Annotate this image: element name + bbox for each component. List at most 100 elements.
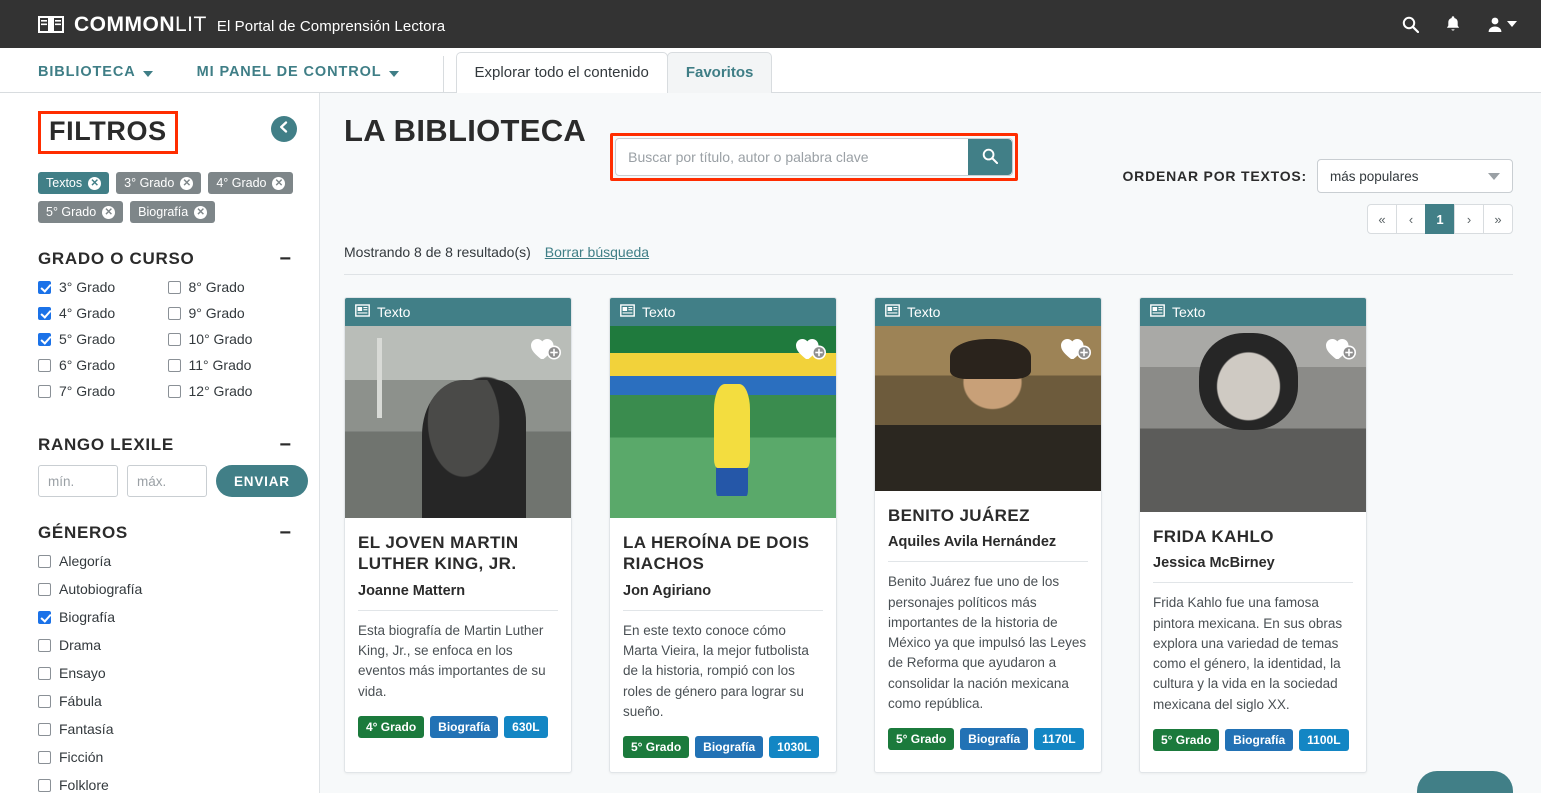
checkbox-box[interactable] [38,358,51,372]
checkbox-box[interactable] [38,582,51,596]
genres-section-collapse-toggle[interactable]: − [279,523,291,543]
card-badges: 5° Grado Biografía 1100L [1153,728,1353,751]
card-type-header: Texto [345,298,571,326]
checkbox-8-grado[interactable]: 8° Grado [167,279,298,295]
checkbox-11-grado[interactable]: 11° Grado [167,357,298,373]
grade-section-header: GRADO O CURSO − [38,249,297,269]
checkbox-autobiografia[interactable]: Autobiografía [38,581,297,597]
close-icon[interactable]: ✕ [180,176,194,190]
checkbox-biografia[interactable]: Biografía [38,609,297,625]
pagination-next[interactable]: › [1454,204,1484,234]
grade-section-title: GRADO O CURSO [38,249,195,268]
search-submit-button[interactable] [968,139,1013,175]
checkbox-6-grado[interactable]: 6° Grado [38,357,168,373]
checkbox-ficcion[interactable]: Ficción [38,749,297,765]
pagination-last[interactable]: » [1483,204,1513,234]
card-thumbnail [610,326,836,518]
filter-chip-biografia[interactable]: Biografía ✕ [130,201,216,223]
checkbox-folklore[interactable]: Folklore [38,777,297,793]
filter-chip-label: Textos [46,176,83,190]
checkbox-box[interactable] [167,384,181,398]
close-icon[interactable]: ✕ [272,176,286,190]
sort-select[interactable]: más populares [1317,159,1513,193]
checkbox-fabula[interactable]: Fábula [38,693,297,709]
result-card[interactable]: Texto FRIDA KAHLO Jessica McBirney Frida… [1139,297,1367,774]
checkbox-label: 6° Grado [59,357,116,373]
filter-chip-label: 4° Grado [216,176,267,190]
checkbox-box[interactable] [167,306,181,320]
filter-chip-3-grado[interactable]: 3° Grado ✕ [116,172,202,194]
filter-chip-textos[interactable]: Textos ✕ [38,172,110,194]
card-type-header: Texto [1140,298,1366,326]
card-body: FRIDA KAHLO Jessica McBirney Frida Kahlo… [1140,512,1366,772]
card-title: FRIDA KAHLO [1153,527,1274,546]
checkbox-box[interactable] [38,778,51,792]
heart-plus-icon[interactable] [530,335,562,361]
grade-section-collapse-toggle[interactable]: − [279,249,291,269]
result-card[interactable]: Texto EL JOVEN MARTIN LUTHER KING, JR. J… [344,297,572,774]
checkbox-3-grado[interactable]: 3° Grado [38,279,168,295]
collapse-sidebar-button[interactable] [271,116,297,142]
lexile-submit-button[interactable]: ENVIAR [216,465,308,497]
result-card[interactable]: Texto LA HEROÍNA DE DOIS RIACHOS Jon Agi… [609,297,837,774]
close-icon[interactable]: ✕ [194,205,208,219]
checkbox-alegoria[interactable]: Alegoría [38,553,297,569]
search-input[interactable] [616,139,969,175]
checkbox-4-grado[interactable]: 4° Grado [38,305,168,321]
checkbox-label: Fábula [59,693,102,709]
checkbox-drama[interactable]: Drama [38,637,297,653]
card-badges: 5° Grado Biografía 1030L [623,736,823,759]
pagination-page-1[interactable]: 1 [1425,204,1455,234]
checkbox-box[interactable] [38,384,51,398]
tab-explorar-todo-el-contenido[interactable]: Explorar todo el contenido [455,52,668,93]
checkbox-box[interactable] [167,280,181,294]
filter-chip-4-grado[interactable]: 4° Grado ✕ [208,172,294,194]
checkbox-fantasia[interactable]: Fantasía [38,721,297,737]
checkbox-ensayo[interactable]: Ensayo [38,665,297,681]
help-floating-button[interactable] [1417,771,1513,793]
heart-plus-icon[interactable] [1325,335,1357,361]
checkbox-box[interactable] [38,750,51,764]
checkbox-box[interactable] [38,306,51,320]
checkbox-5-grado[interactable]: 5° Grado [38,331,168,347]
close-icon[interactable]: ✕ [102,205,116,219]
checkbox-box[interactable] [38,610,51,624]
article-icon [620,304,635,320]
heart-plus-icon[interactable] [795,335,827,361]
sort-and-pagination: ORDENAR POR TEXTOS: más populares « ‹ 1 … [1122,113,1513,234]
checkbox-box[interactable] [38,694,51,708]
main-header-row: LA BIBLIOTECA ORDENAR POR TEXTOS: más po… [344,113,1513,234]
checkbox-box[interactable] [38,554,51,568]
pagination-prev[interactable]: ‹ [1396,204,1426,234]
nav-item-biblioteca[interactable]: BIBLIOTECA [38,64,153,92]
checkbox-box[interactable] [167,332,181,346]
clear-search-link[interactable]: Borrar búsqueda [545,244,649,260]
checkbox-7-grado[interactable]: 7° Grado [38,383,168,399]
card-divider [623,609,823,611]
bell-icon[interactable] [1445,15,1461,33]
card-thumbnail [1140,326,1366,512]
checkbox-box[interactable] [38,666,51,680]
checkbox-box[interactable] [38,638,51,652]
checkbox-10-grado[interactable]: 10° Grado [167,331,298,347]
result-card[interactable]: Texto BENITO JUÁREZ Aquiles Avila Hernán… [874,297,1102,774]
heart-plus-icon[interactable] [1060,335,1092,361]
checkbox-9-grado[interactable]: 9° Grado [167,305,298,321]
search-icon[interactable] [1402,16,1419,33]
nav-item-panel-control[interactable]: MI PANEL DE CONTROL [197,64,399,92]
lexile-max-input[interactable] [127,465,207,497]
pagination-first[interactable]: « [1367,204,1397,234]
checkbox-box[interactable] [167,358,181,372]
checkbox-box[interactable] [38,332,51,346]
lexile-section-collapse-toggle[interactable]: − [279,435,291,455]
close-icon[interactable]: ✕ [88,176,102,190]
filter-chip-5-grado[interactable]: 5° Grado ✕ [38,201,124,223]
tab-favoritos[interactable]: Favoritos [666,52,773,93]
checkbox-12-grado[interactable]: 12° Grado [167,383,298,399]
user-menu[interactable] [1487,16,1517,33]
checkbox-box[interactable] [38,280,51,294]
lexile-min-input[interactable] [38,465,118,497]
brand-logo[interactable]: COMMONLIT El Portal de Comprensión Lecto… [38,12,445,37]
search-icon [982,148,999,167]
checkbox-box[interactable] [38,722,51,736]
